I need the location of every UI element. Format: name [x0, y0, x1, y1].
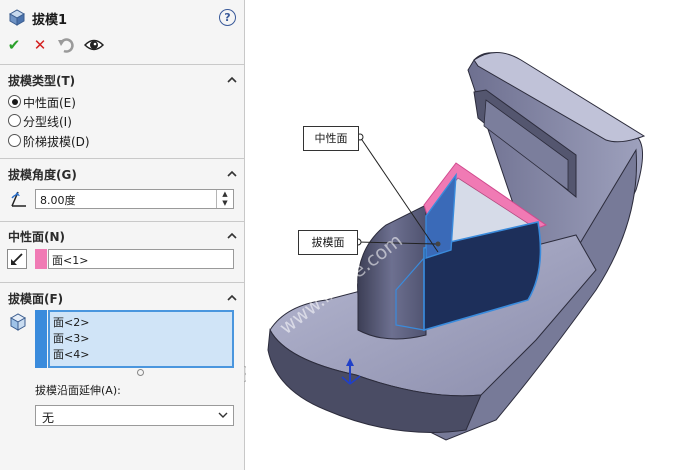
- callout-anchor: [435, 241, 441, 247]
- radio-button[interactable]: [8, 114, 21, 127]
- list-item[interactable]: 面<2>: [53, 314, 89, 330]
- radio-label: 分型线(I): [23, 115, 72, 129]
- neutral-plane-value: 面<1>: [52, 254, 89, 267]
- chevron-up-icon[interactable]: [227, 75, 237, 85]
- spin-buttons: ▲ ▼: [216, 190, 233, 208]
- propagation-value: 无: [42, 411, 55, 425]
- callout-neutral-plane: 中性面: [303, 126, 359, 151]
- help-icon[interactable]: ?: [219, 9, 236, 26]
- graphics-area[interactable]: www.ixage.com 中性面 拔模面: [246, 0, 680, 470]
- draft-type-title: 拔模类型(T): [8, 74, 76, 88]
- divider: [0, 64, 244, 65]
- face-icon: [9, 313, 27, 331]
- divider: [0, 282, 244, 283]
- draft-angle-icon: [11, 191, 26, 207]
- ok-button[interactable]: ✔: [4, 35, 24, 55]
- propagation-dropdown[interactable]: 无: [35, 405, 234, 426]
- draft-faces-title: 拔模面(F): [8, 292, 64, 306]
- draft-faces-field[interactable]: 面<2> 面<3> 面<4>: [48, 310, 234, 368]
- reverse-direction-icon[interactable]: [7, 249, 27, 269]
- draft-angle-title: 拔模角度(G): [8, 168, 77, 182]
- draft-feature-icon: [8, 9, 26, 26]
- property-manager: 拔模1 ? ✔ ✕ 拔模类型(T) 中性面(E) 分型线(I) 阶梯拔模(D) …: [0, 0, 250, 470]
- propagation-label: 拔模沿面延伸(A):: [35, 384, 121, 397]
- divider: [0, 221, 244, 222]
- radio-label: 阶梯拔模(D): [23, 135, 90, 149]
- radio-button[interactable]: [8, 134, 21, 147]
- chevron-up-icon[interactable]: [227, 169, 237, 179]
- resize-grip[interactable]: [137, 369, 144, 376]
- action-bar: ✔ ✕: [0, 34, 244, 58]
- neutral-plane-selection[interactable]: 面<1>: [35, 249, 234, 269]
- feature-title: 拔模1: [32, 13, 68, 28]
- radio-label: 中性面(E): [23, 96, 76, 110]
- callout-draft-face: 拔模面: [298, 230, 358, 255]
- neutral-plane-color-swatch: [35, 249, 47, 269]
- spin-up-button[interactable]: ▲: [217, 190, 233, 199]
- undo-icon[interactable]: [56, 35, 76, 55]
- draft-angle-input[interactable]: 8.00度 ▲ ▼: [35, 189, 234, 209]
- list-item[interactable]: 面<3>: [53, 330, 89, 346]
- chevron-up-icon[interactable]: [227, 293, 237, 303]
- draft-faces-color-bar: [35, 310, 47, 368]
- draft-faces-list[interactable]: 面<2> 面<3> 面<4>: [35, 310, 234, 368]
- chevron-up-icon[interactable]: [227, 231, 237, 241]
- chevron-down-icon: [218, 412, 228, 418]
- list-item[interactable]: 面<4>: [53, 346, 89, 362]
- property-manager-header: 拔模1 ?: [0, 0, 244, 34]
- neutral-plane-title: 中性面(N): [8, 230, 66, 244]
- radio-button-selected[interactable]: [8, 95, 21, 108]
- preview-eye-icon[interactable]: [84, 35, 104, 55]
- cancel-button[interactable]: ✕: [30, 35, 50, 55]
- neutral-plane-field[interactable]: 面<1>: [48, 249, 234, 269]
- draft-angle-value: 8.00度: [40, 194, 76, 207]
- spin-down-button[interactable]: ▼: [217, 199, 233, 208]
- divider: [0, 158, 244, 159]
